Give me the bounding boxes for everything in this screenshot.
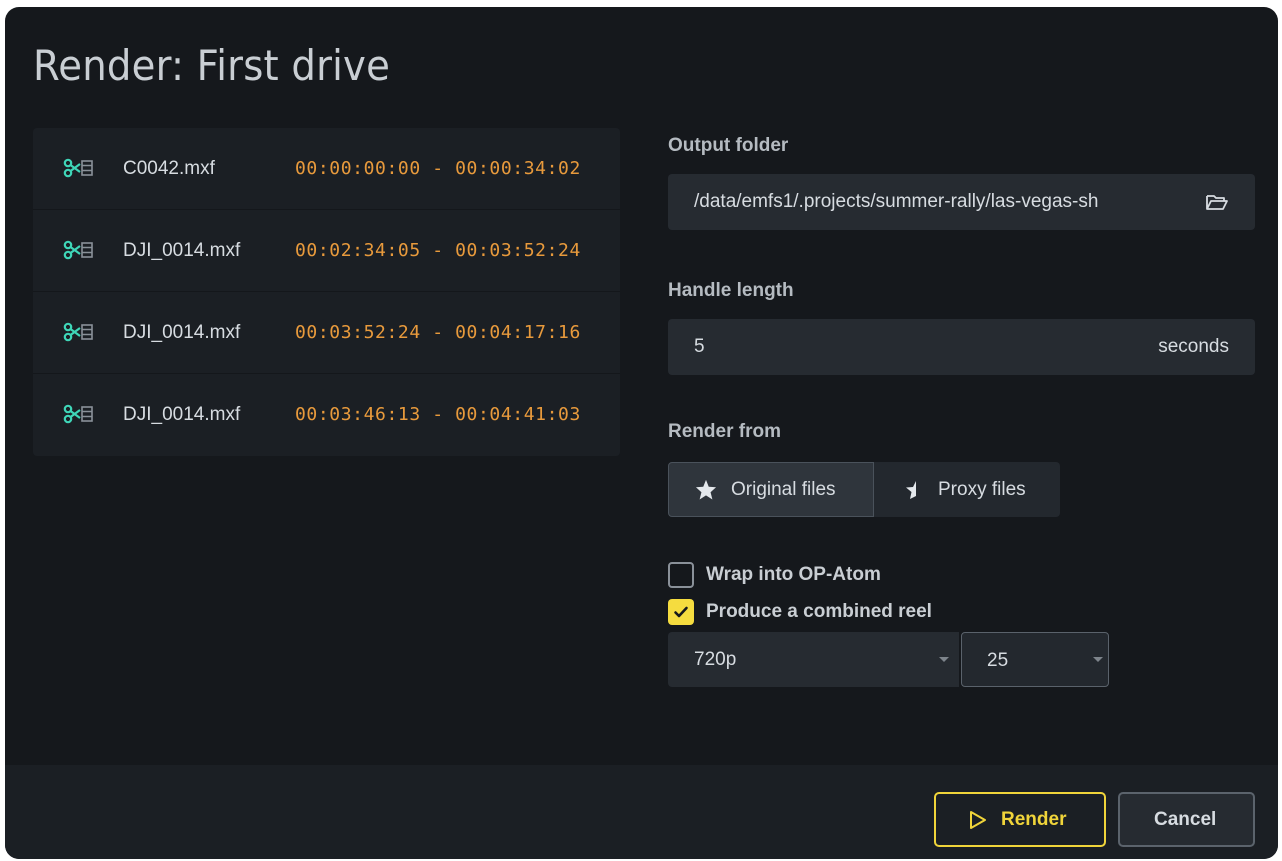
proxy-files-label: Proxy files: [938, 479, 1026, 500]
clip-timecode-range: 00:02:34:05 - 00:03:52:24: [295, 240, 581, 261]
clip-name: DJI_0014.mxf: [123, 404, 241, 425]
handle-length-label: Handle length: [668, 280, 794, 301]
cancel-button-label: Cancel: [1154, 809, 1217, 830]
dialog-title: Render: First drive: [33, 41, 391, 90]
wrap-op-atom-label: Wrap into OP-Atom: [706, 564, 881, 585]
folder-open-icon[interactable]: [1205, 192, 1229, 212]
output-folder-label: Output folder: [668, 135, 789, 156]
combined-reel-checkbox[interactable]: [668, 599, 694, 625]
output-folder-path: /data/emfs1/.projects/summer-rally/las-v…: [694, 191, 1099, 212]
handle-length-value: 5: [694, 336, 705, 357]
resolution-select[interactable]: 720p: [668, 632, 959, 687]
scissors-film-icon: [63, 158, 93, 178]
render-from-original-button[interactable]: Original files: [668, 462, 874, 517]
original-files-label: Original files: [731, 479, 836, 500]
scissors-film-icon: [63, 404, 93, 424]
handle-length-field[interactable]: 5 seconds: [668, 319, 1255, 375]
clip-name: DJI_0014.mxf: [123, 322, 241, 343]
output-folder-field[interactable]: /data/emfs1/.projects/summer-rally/las-v…: [668, 174, 1255, 230]
chevron-down-icon: [939, 657, 949, 662]
render-from-label: Render from: [668, 421, 781, 442]
scissors-film-icon: [63, 322, 93, 342]
render-from-proxy-button[interactable]: Proxy files: [874, 462, 1060, 517]
list-item[interactable]: C0042.mxf 00:00:00:00 - 00:00:34:02: [33, 128, 620, 210]
play-icon: [970, 811, 986, 829]
cancel-button[interactable]: Cancel: [1118, 792, 1255, 847]
handle-length-unit: seconds: [1158, 336, 1229, 357]
star-icon: [695, 479, 717, 500]
render-dialog: Render: First drive C0042.mxf 00:00:00:0…: [5, 7, 1278, 859]
clip-name: DJI_0014.mxf: [123, 240, 241, 261]
clip-list: C0042.mxf 00:00:00:00 - 00:00:34:02 DJI_…: [33, 128, 620, 456]
clip-timecode-range: 00:03:52:24 - 00:04:17:16: [295, 322, 581, 343]
scissors-film-icon: [63, 240, 93, 260]
list-item[interactable]: DJI_0014.mxf 00:02:34:05 - 00:03:52:24: [33, 210, 620, 292]
list-item[interactable]: DJI_0014.mxf 00:03:52:24 - 00:04:17:16: [33, 292, 620, 374]
render-button-label: Render: [1001, 809, 1067, 830]
clip-name: C0042.mxf: [123, 158, 215, 179]
wrap-op-atom-checkbox[interactable]: [668, 562, 694, 588]
resolution-value: 720p: [694, 649, 737, 670]
fps-select[interactable]: 25: [961, 632, 1109, 687]
clip-timecode-range: 00:00:00:00 - 00:00:34:02: [295, 158, 581, 179]
half-star-icon: [906, 481, 916, 499]
checkmark-icon: [674, 606, 688, 618]
combined-reel-label: Produce a combined reel: [706, 601, 932, 622]
chevron-down-icon: [1093, 657, 1103, 662]
list-item[interactable]: DJI_0014.mxf 00:03:46:13 - 00:04:41:03: [33, 374, 620, 456]
render-button[interactable]: Render: [934, 792, 1106, 847]
clip-timecode-range: 00:03:46:13 - 00:04:41:03: [295, 404, 581, 425]
fps-value: 25: [987, 650, 1009, 671]
